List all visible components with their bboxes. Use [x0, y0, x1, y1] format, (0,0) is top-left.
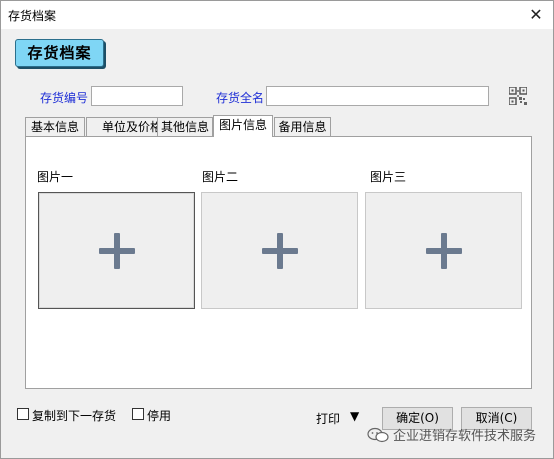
title-bar: 存货档案 ✕ — [1, 1, 553, 29]
print-button[interactable]: 打印 — [316, 410, 340, 427]
item-code-input[interactable] — [91, 86, 183, 106]
print-dropdown-arrow-icon[interactable]: ▼ — [350, 410, 364, 422]
tab-picture-info[interactable]: 图片信息 — [213, 115, 273, 137]
disable-label: 停用 — [147, 409, 172, 423]
page-title-banner: 存货档案 — [15, 39, 104, 67]
close-icon[interactable]: ✕ — [527, 6, 545, 24]
disable-checkbox[interactable]: 停用 — [132, 407, 182, 423]
tab-other-info[interactable]: 其他信息 — [157, 117, 213, 137]
picture-tab-panel: 图片一 图片二 图片三 — [25, 136, 532, 389]
add-picture-icon — [98, 232, 135, 269]
copy-to-next-checkbox[interactable]: 复制到下一存货 — [17, 407, 127, 423]
checkbox-box[interactable] — [132, 408, 144, 420]
wechat-icon — [367, 427, 389, 443]
picture-2-slot[interactable] — [201, 192, 358, 309]
tab-basic-info[interactable]: 基本信息 — [25, 117, 85, 137]
item-fullname-input[interactable] — [266, 86, 489, 106]
watermark-text: 企业进销存软件技术服务 — [393, 429, 537, 444]
picture-3-slot[interactable] — [365, 192, 522, 309]
add-picture-icon — [261, 232, 298, 269]
picture-3-label: 图片三 — [370, 170, 407, 184]
checkbox-box[interactable] — [17, 408, 29, 420]
picture-2-label: 图片二 — [202, 170, 239, 184]
item-code-label: 存货编号 — [40, 91, 89, 105]
tab-backup-info[interactable]: 备用信息 — [274, 117, 331, 137]
item-fullname-label: 存货全名 — [216, 91, 265, 105]
add-picture-icon — [425, 232, 462, 269]
qr-code-icon[interactable] — [509, 87, 527, 105]
picture-1-label: 图片一 — [37, 170, 74, 184]
window-title: 存货档案 — [8, 9, 57, 23]
copy-to-next-label: 复制到下一存货 — [32, 409, 117, 423]
dialog-window: 存货档案 ✕ 存货档案 存货编号 存货全名 基本信息 单位及价格 其他信息 图片… — [0, 0, 554, 459]
picture-1-slot[interactable] — [38, 192, 195, 309]
